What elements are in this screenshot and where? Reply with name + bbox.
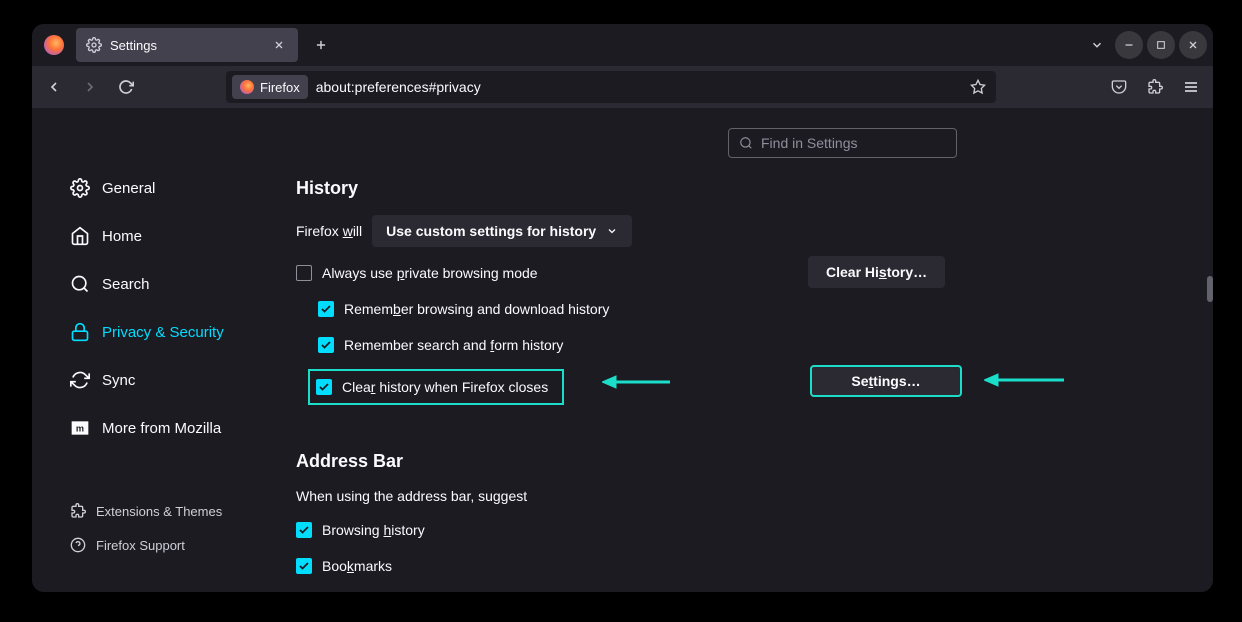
sidebar-item-label: Search	[102, 276, 150, 293]
help-icon	[70, 537, 86, 553]
sidebar-item-home[interactable]: Home	[70, 216, 272, 256]
sidebar-item-sync[interactable]: Sync	[70, 360, 272, 400]
checkbox-label: Browsing history	[322, 522, 425, 538]
search-icon	[70, 274, 90, 294]
addressbar-desc: When using the address bar, suggest	[296, 488, 1213, 504]
checkbox-icon	[318, 301, 334, 317]
content-area: General Home Search Privacy & Security S…	[32, 108, 1213, 592]
history-mode-dropdown[interactable]: Use custom settings for history	[372, 215, 632, 247]
tab-title: Settings	[110, 38, 262, 53]
checkbox-icon	[318, 337, 334, 353]
mozilla-icon: m	[70, 418, 90, 438]
svg-text:m: m	[76, 423, 84, 433]
checkbox-remember-history[interactable]: Remember browsing and download history	[318, 297, 1213, 321]
checkbox-label: Remember search and form history	[344, 337, 563, 353]
sidebar-item-search[interactable]: Search	[70, 264, 272, 304]
sidebar-item-firefox-support[interactable]: Firefox Support	[70, 530, 272, 560]
clear-on-close-settings-button[interactable]: Settings…	[810, 365, 962, 397]
checkbox-icon	[296, 558, 312, 574]
list-all-tabs-button[interactable]	[1083, 31, 1111, 59]
sidebar-item-label: General	[102, 180, 155, 197]
firefox-icon	[240, 80, 254, 94]
checkbox-icon	[296, 265, 312, 281]
save-to-pocket-button[interactable]	[1103, 71, 1135, 103]
history-section-title: History	[296, 178, 1213, 199]
sidebar-item-label: Firefox Support	[96, 538, 185, 553]
back-button[interactable]	[38, 71, 70, 103]
sync-icon	[70, 370, 90, 390]
navigation-toolbar: Firefox about:preferences#privacy	[32, 66, 1213, 108]
checkbox-private-browsing[interactable]: Always use private browsing mode	[296, 261, 1213, 285]
annotation-arrow-icon	[602, 372, 670, 392]
sidebar-item-privacy[interactable]: Privacy & Security	[70, 312, 272, 352]
identity-label: Firefox	[260, 80, 300, 95]
sidebar-item-more-mozilla[interactable]: m More from Mozilla	[70, 408, 272, 448]
window-minimize-button[interactable]	[1115, 31, 1143, 59]
addressbar-section-title: Address Bar	[296, 451, 1213, 472]
sidebar-item-label: Sync	[102, 372, 135, 389]
find-in-settings-input[interactable]: Find in Settings	[728, 128, 957, 158]
annotation-arrow-icon	[984, 370, 1064, 390]
new-tab-button[interactable]	[304, 24, 338, 66]
button-label: Clear History…	[826, 264, 927, 280]
settings-main: Find in Settings History Firefox will Us…	[272, 108, 1213, 592]
tab-close-button[interactable]	[270, 36, 288, 54]
reload-button[interactable]	[110, 71, 142, 103]
settings-sidebar: General Home Search Privacy & Security S…	[32, 108, 272, 592]
checkbox-label: Clear history when Firefox closes	[342, 379, 548, 395]
search-placeholder: Find in Settings	[761, 135, 858, 151]
sidebar-item-label: Privacy & Security	[102, 324, 224, 341]
app-menu-button[interactable]	[1175, 71, 1207, 103]
sidebar-item-general[interactable]: General	[70, 168, 272, 208]
scrollbar[interactable]	[1207, 276, 1213, 302]
titlebar: Settings	[32, 24, 1213, 66]
forward-button[interactable]	[74, 71, 106, 103]
window-close-button[interactable]	[1179, 31, 1207, 59]
extensions-button[interactable]	[1139, 71, 1171, 103]
checkbox-suggest-history[interactable]: Browsing history	[296, 518, 1213, 542]
checkbox-icon	[296, 522, 312, 538]
checkbox-remember-form-history[interactable]: Remember search and form history	[318, 333, 1213, 357]
urlbar[interactable]: Firefox about:preferences#privacy	[226, 71, 996, 103]
will-label: Firefox will	[296, 223, 362, 239]
firefox-will-row: Firefox will Use custom settings for his…	[296, 215, 1213, 247]
bookmark-star-button[interactable]	[966, 75, 990, 99]
firefox-menu-icon[interactable]	[32, 24, 76, 66]
button-label: Settings…	[851, 373, 920, 389]
checkbox-label: Always use private browsing mode	[322, 265, 538, 281]
dropdown-value: Use custom settings for history	[386, 223, 596, 239]
checkbox-suggest-bookmarks[interactable]: Bookmarks	[296, 554, 1213, 578]
checkbox-label: Bookmarks	[322, 558, 392, 574]
sidebar-item-extensions-themes[interactable]: Extensions & Themes	[70, 496, 272, 526]
home-icon	[70, 226, 90, 246]
tab-settings[interactable]: Settings	[76, 28, 298, 62]
checkbox-clear-on-close-highlight: Clear history when Firefox closes	[308, 369, 564, 405]
checkbox-clear-on-close[interactable]: Clear history when Firefox closes	[316, 375, 548, 399]
puzzle-icon	[70, 503, 86, 519]
sidebar-item-label: Extensions & Themes	[96, 504, 222, 519]
gear-icon	[86, 37, 102, 53]
lock-icon	[70, 322, 90, 342]
browser-window: Settings	[32, 24, 1213, 592]
window-maximize-button[interactable]	[1147, 31, 1175, 59]
gear-icon	[70, 178, 90, 198]
chevron-down-icon	[606, 225, 618, 237]
url-text: about:preferences#privacy	[316, 79, 481, 95]
sidebar-item-label: Home	[102, 228, 142, 245]
sidebar-item-label: More from Mozilla	[102, 420, 221, 437]
identity-box[interactable]: Firefox	[232, 75, 308, 99]
checkbox-label: Remember browsing and download history	[344, 301, 609, 317]
search-icon	[739, 136, 753, 150]
clear-history-button[interactable]: Clear History…	[808, 256, 945, 288]
checkbox-icon	[316, 379, 332, 395]
